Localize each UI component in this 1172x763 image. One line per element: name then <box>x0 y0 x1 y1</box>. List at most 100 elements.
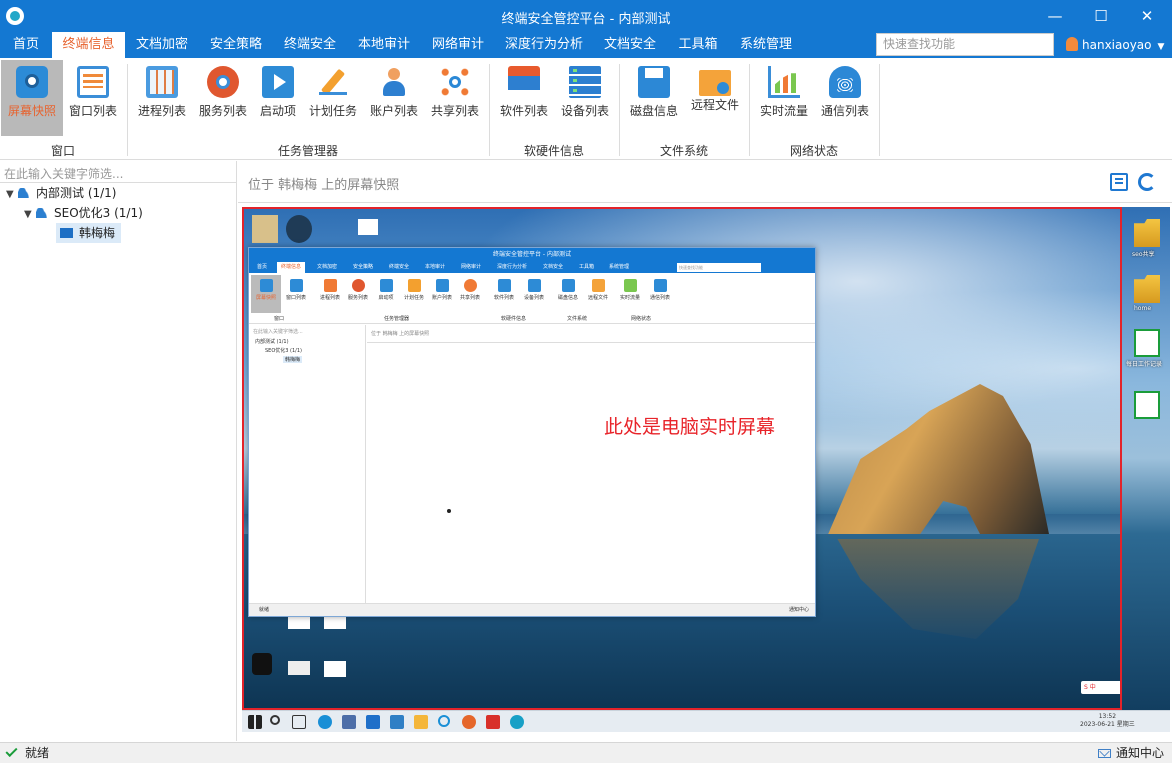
menu-item-network-audit[interactable]: 网络审计 <box>421 32 495 58</box>
window-list-icon <box>289 279 303 292</box>
chevron-down-icon: ▼ <box>1157 42 1165 52</box>
menu-item-terminal-security[interactable]: 终端安全 <box>273 32 347 58</box>
wallpaper-reflection <box>837 539 1039 639</box>
account-list-button[interactable]: 账户列表 <box>363 60 425 136</box>
share-list-button[interactable]: 共享列表 <box>424 60 486 136</box>
window-list-button[interactable]: 窗口列表 <box>62 60 124 136</box>
remote-group-label: 文件系统 <box>567 316 588 322</box>
folder-icon <box>1134 275 1160 303</box>
scheduled-tasks-button[interactable]: 计划任务 <box>302 60 364 136</box>
remote-group-label: 网络状态 <box>631 316 652 322</box>
maximize-button[interactable]: ☐ <box>1078 0 1124 32</box>
quick-search-input[interactable]: 快速查找功能 <box>876 33 1054 56</box>
process-list-button[interactable]: 进程列表 <box>131 60 193 136</box>
snapshot-caption: 此处是电脑实时屏幕 <box>604 416 776 438</box>
notification-center-button[interactable]: 通知中心 <box>1097 743 1164 763</box>
device-list-button[interactable]: 设备列表 <box>554 60 616 136</box>
remote-group-label: 软硬件信息 <box>501 316 527 322</box>
ime-toolbar: S 中 <box>1081 681 1120 694</box>
task-view-icon <box>292 715 306 729</box>
remote-ribbon-button: 实时流量 <box>615 275 645 313</box>
connection-list-button[interactable]: 通信列表 <box>814 60 876 136</box>
folder-icon <box>1134 219 1160 247</box>
remote-menu-item: 首页 <box>257 264 268 270</box>
tree-node-group[interactable]: ▼ SEO优化3 (1/1) <box>24 203 143 223</box>
disk-info-button[interactable]: 磁盘信息 <box>623 60 685 136</box>
menu-item-security-policy[interactable]: 安全策略 <box>199 32 273 58</box>
remote-tree-group: SEO优化3 (1/1) <box>265 348 302 354</box>
menu-item-doc-security[interactable]: 文档安全 <box>593 32 667 58</box>
startup-items-button[interactable]: 启动项 <box>247 60 309 136</box>
refresh-icon[interactable] <box>1138 173 1156 191</box>
remote-search: 快速查找功能 <box>677 263 761 272</box>
group-users-icon <box>36 208 48 218</box>
chevron-down-icon[interactable]: ▼ <box>6 185 18 205</box>
tree-filter-input[interactable]: 在此输入关键字筛选... <box>0 161 237 183</box>
remote-window-title: 终端安全管控平台 - 内部测试 <box>249 248 815 262</box>
software-list-button[interactable]: 软件列表 <box>493 60 555 136</box>
remote-menu-item: 终端安全 <box>389 264 410 270</box>
menu-item-doc-encryption[interactable]: 文档加密 <box>125 32 199 58</box>
user-name: hanxiaoyao <box>1082 38 1152 52</box>
menu-item-toolbox[interactable]: 工具箱 <box>667 32 729 58</box>
software-shop-icon <box>508 66 540 98</box>
remote-tree-host: 韩梅梅 <box>283 356 303 363</box>
spreadsheet-icon <box>1134 329 1160 357</box>
copy-icon[interactable] <box>1110 173 1128 191</box>
software-shop-icon <box>497 279 511 292</box>
remote-ribbon-button: 通信列表 <box>645 275 675 313</box>
menu-item-system-admin[interactable]: 系统管理 <box>729 32 803 58</box>
user-menu[interactable]: hanxiaoyao ▼ <box>1066 32 1164 58</box>
folder-icon <box>591 279 605 292</box>
remote-menu-item: 深度行为分析 <box>497 264 528 270</box>
remote-ribbon-button: 屏幕快照 <box>251 275 281 313</box>
remote-taskbar: 13:52 2023-06-21 星期三 <box>242 710 1170 732</box>
minimize-button[interactable]: — <box>1032 0 1078 32</box>
edge-browser-icon <box>318 715 332 729</box>
remote-ribbon: 屏幕快照 窗口列表 进程列表 服务列表 启动项 计划任务 账户列表 共享列表 软… <box>249 273 815 324</box>
group-label-network-status: 网络状态 <box>789 144 838 158</box>
bar-chart-icon <box>623 279 637 292</box>
remote-ribbon-button: 设备列表 <box>519 275 549 313</box>
menu-item-behavior-analysis[interactable]: 深度行为分析 <box>495 32 593 58</box>
menu-item-terminal-info[interactable]: 终端信息 <box>52 32 125 58</box>
screen-snapshot-view[interactable]: 终端安全管控平台 - 内部测试 首页 终端信息 文档加密 安全策略 终端安全 本… <box>242 207 1122 710</box>
startup-play-icon <box>262 66 294 98</box>
window-list-icon <box>77 66 109 98</box>
screen-snapshot-button[interactable]: 屏幕快照 <box>1 60 63 136</box>
service-list-button[interactable]: 服务列表 <box>192 60 254 136</box>
remote-ribbon-button: 进程列表 <box>315 275 345 313</box>
pencil-icon <box>317 66 349 98</box>
remote-ribbon-button: 窗口列表 <box>281 275 311 313</box>
chevron-down-icon[interactable]: ▼ <box>24 205 36 225</box>
tree-node-host[interactable]: 韩梅梅 <box>56 223 122 243</box>
share-network-icon <box>463 279 477 292</box>
realtime-traffic-button[interactable]: 实时流量 <box>753 60 815 136</box>
pencil-icon <box>407 279 421 292</box>
bar-chart-icon <box>768 66 800 98</box>
remote-ribbon-button: 启动项 <box>371 275 401 313</box>
menu-item-local-audit[interactable]: 本地审计 <box>347 32 421 58</box>
taskbar-clock: 13:52 2023-06-21 星期三 <box>1080 713 1135 728</box>
camera-icon <box>16 66 48 98</box>
remote-menu-item: 本地审计 <box>425 264 446 270</box>
status-ready: 就绪 <box>5 743 49 763</box>
close-button[interactable]: ✕ <box>1124 0 1170 32</box>
remote-menu-item: 文档安全 <box>543 264 564 270</box>
device-tree-panel: 在此输入关键字筛选... ▼ 内部测试 (1/1) ▼ SEO优化3 (1/1) 韩… <box>0 161 237 741</box>
ribbon-toolbar: 屏幕快照 窗口列表 窗口 进程列表 服务列表 启动项 计划任务 账户列表 共享列… <box>0 58 1172 160</box>
remote-files-button[interactable]: 远程文件 <box>684 60 746 136</box>
window-title: 终端安全管控平台 - 内部测试 <box>501 12 671 27</box>
spreadsheet-icon <box>1134 391 1160 419</box>
menu-item-home[interactable]: 首页 <box>0 32 52 58</box>
computer-icon <box>60 228 73 238</box>
app-icon <box>390 715 404 729</box>
user-account-icon <box>378 66 410 98</box>
remote-ribbon-button: 磁盘信息 <box>553 275 583 313</box>
chat-icon <box>438 715 450 727</box>
remote-menu-bar: 首页 终端信息 文档加密 安全策略 终端安全 本地审计 网络审计 深度行为分析 … <box>249 262 815 273</box>
desktop-icon-label: 每日工作记录 <box>1126 361 1163 368</box>
remote-group-label: 窗口 <box>274 316 285 322</box>
tree-node-root[interactable]: ▼ 内部测试 (1/1) <box>6 183 117 203</box>
remote-location: 位于 韩梅梅 上的屏幕快照 <box>367 325 815 343</box>
